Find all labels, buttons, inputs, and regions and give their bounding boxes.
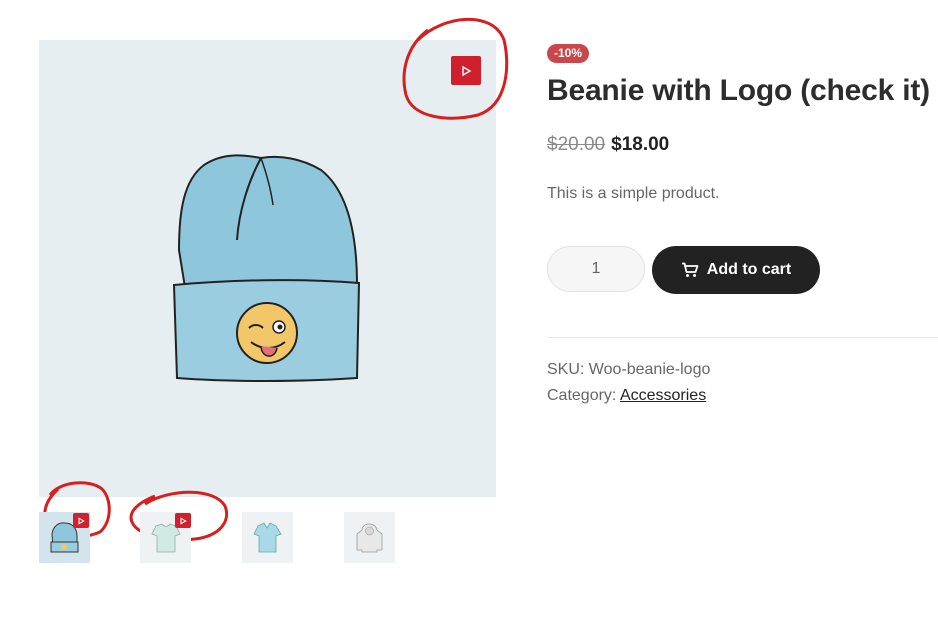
product-title: Beanie with Logo (check it) [547, 74, 930, 107]
thumbnail-beanie[interactable] [39, 512, 90, 563]
sku-value: Woo-beanie-logo [588, 361, 711, 378]
sale-price: $18.00 [611, 134, 670, 155]
quantity-input[interactable] [547, 246, 645, 292]
sku-label: SKU: [547, 361, 585, 378]
play-icon [180, 516, 187, 525]
play-icon [78, 516, 85, 525]
cart-icon [681, 262, 699, 277]
divider [547, 337, 938, 338]
beanie-image [172, 154, 361, 382]
product-main-image[interactable] [39, 40, 496, 497]
short-description: This is a simple product. [547, 185, 720, 202]
hoodie-thumbnail-image [356, 523, 383, 553]
thumbnail-polo[interactable] [242, 512, 293, 563]
play-icon [462, 65, 472, 76]
sku-line: SKU: Woo-beanie-logo [547, 361, 710, 379]
category-label: Category: [547, 387, 617, 404]
category-link[interactable]: Accessories [620, 387, 706, 404]
gallery-thumbnails [39, 512, 499, 564]
polo-thumbnail-image [253, 522, 282, 553]
regular-price: $20.00 [547, 134, 606, 155]
sale-badge: -10% [547, 44, 590, 63]
product-price: $20.00 $18.00 [547, 134, 669, 156]
thumbnail-hoodie[interactable] [344, 512, 395, 563]
add-to-cart-button[interactable]: Add to cart [652, 246, 820, 294]
category-line: Category: Accessories [547, 387, 706, 405]
thumbnail-video-button[interactable] [73, 513, 89, 528]
thumbnail-t-shirt[interactable] [140, 512, 191, 563]
video-play-button[interactable] [451, 56, 481, 85]
thumbnail-video-button[interactable] [175, 513, 191, 528]
add-to-cart-label: Add to cart [706, 261, 792, 278]
